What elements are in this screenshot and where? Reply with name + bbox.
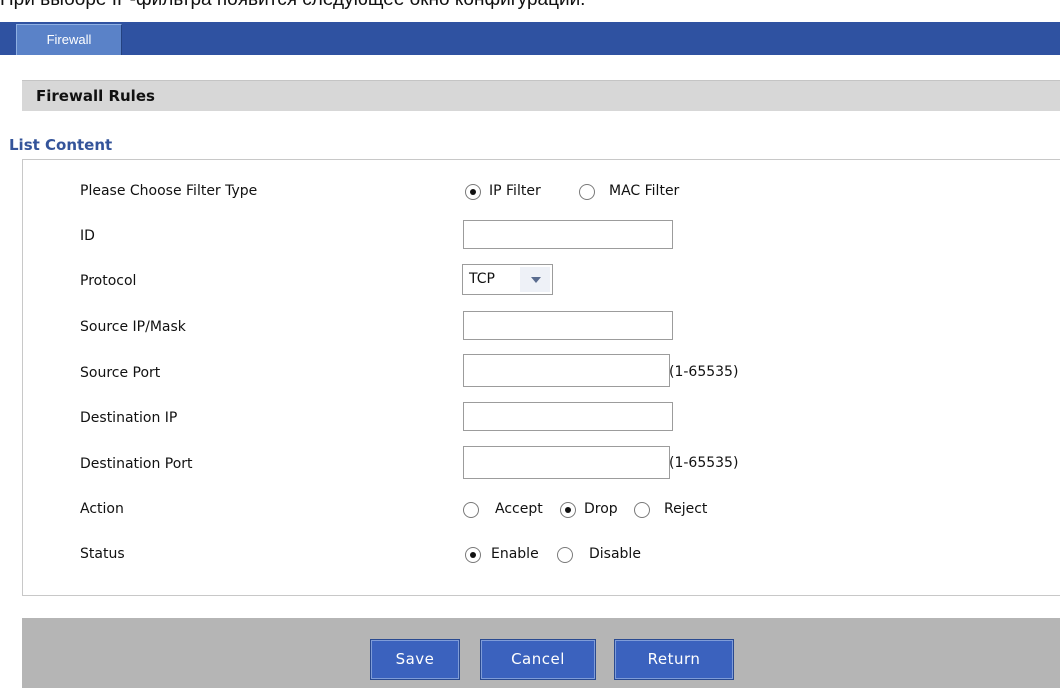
save-button[interactable]: Save — [370, 639, 460, 680]
source-ip-mask-label: Source IP/Mask — [80, 319, 186, 335]
list-content-title: List Content — [9, 136, 113, 154]
source-port-label: Source Port — [80, 365, 161, 381]
status-label: Status — [80, 546, 125, 562]
accept-label[interactable]: Accept — [495, 501, 543, 517]
reject-label[interactable]: Reject — [664, 501, 707, 517]
destination-ip-input[interactable] — [463, 402, 673, 431]
disable-label[interactable]: Disable — [589, 546, 641, 562]
destination-port-hint: (1-65535) — [669, 455, 739, 471]
disable-radio[interactable] — [557, 547, 573, 563]
enable-radio[interactable] — [465, 547, 481, 563]
drop-label[interactable]: Drop — [584, 501, 618, 517]
page-caption: При выборе IP-фильтра появится следующее… — [0, 0, 585, 12]
destination-ip-label: Destination IP — [80, 410, 178, 426]
protocol-value: TCP — [469, 271, 495, 287]
return-button[interactable]: Return — [614, 639, 734, 680]
id-input[interactable] — [463, 220, 673, 249]
ip-filter-label[interactable]: IP Filter — [489, 183, 541, 199]
section-header: Firewall Rules — [22, 80, 1060, 111]
accept-radio[interactable] — [463, 502, 479, 518]
source-ip-mask-input[interactable] — [463, 311, 673, 340]
mac-filter-radio[interactable] — [579, 184, 595, 200]
destination-port-label: Destination Port — [80, 456, 193, 472]
tab-firewall[interactable]: Firewall — [16, 24, 122, 55]
drop-radio[interactable] — [560, 502, 576, 518]
protocol-label: Protocol — [80, 273, 137, 289]
reject-radio[interactable] — [634, 502, 650, 518]
top-nav-bar — [0, 22, 1060, 55]
protocol-select[interactable]: TCP — [462, 264, 553, 295]
destination-port-input[interactable] — [463, 446, 670, 479]
source-port-hint: (1-65535) — [669, 364, 739, 380]
cancel-button[interactable]: Cancel — [480, 639, 596, 680]
chevron-down-icon[interactable] — [520, 267, 550, 292]
mac-filter-label[interactable]: MAC Filter — [609, 183, 679, 199]
id-label: ID — [80, 228, 95, 244]
enable-label[interactable]: Enable — [491, 546, 539, 562]
action-label: Action — [80, 501, 124, 517]
filter-type-label: Please Choose Filter Type — [80, 183, 258, 199]
source-port-input[interactable] — [463, 354, 670, 387]
ip-filter-radio[interactable] — [465, 184, 481, 200]
